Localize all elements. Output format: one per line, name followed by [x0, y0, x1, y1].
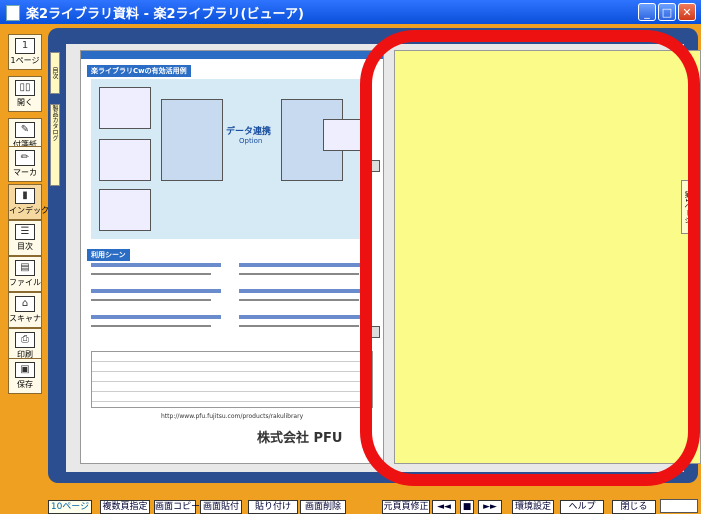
spec-table — [91, 351, 373, 408]
text-line — [91, 273, 211, 275]
book-viewer: 楽ライブラリCwの有効活用例 データ連携 Option 利用シーン http:/… — [48, 28, 701, 483]
prev-page-button[interactable]: ◄◄ — [432, 500, 456, 514]
company-name: 株式会社 PFU — [257, 431, 343, 446]
diagram-box — [323, 119, 365, 151]
maximize-button[interactable]: □ — [658, 3, 676, 21]
screen-paste-button[interactable]: 画面貼付 — [200, 500, 242, 514]
toc-button[interactable]: ☰ 目次 — [8, 220, 42, 256]
printer-icon: ⎙ — [15, 332, 35, 348]
binder-ring — [368, 326, 380, 338]
usage-diagram: データ連携 Option — [91, 79, 371, 239]
index-button[interactable]: ▮ インデックス — [8, 184, 57, 220]
status-field — [660, 499, 698, 513]
diagram-box — [99, 139, 151, 181]
diagram-sub: Option — [239, 137, 263, 145]
open-button[interactable]: ▯▯ 開く — [8, 76, 42, 112]
page-number-field[interactable]: 10ページ — [48, 500, 92, 514]
tool-label: 1ページ — [10, 56, 40, 65]
company-url: http://www.pfu.fujitsu.com/products/raku… — [161, 413, 304, 420]
marker-icon: ✏ — [15, 150, 35, 166]
save-button[interactable]: ▣ 保存 — [8, 358, 42, 394]
text-line — [91, 299, 211, 301]
file-icon: ▤ — [15, 260, 35, 276]
tool-label: スキャナ — [9, 314, 41, 323]
bookmark-page1[interactable]: 第1ページ — [681, 180, 695, 234]
window-title: 楽2ライブラリ資料 - 楽2ライブラリ(ビューア) — [26, 7, 304, 22]
binder-ring — [368, 160, 380, 172]
page-icon: 1 — [15, 38, 35, 54]
diagram-box — [99, 189, 151, 231]
tool-label: マーカ — [13, 168, 37, 177]
text-band — [239, 315, 369, 319]
left-page: 楽ライブラリCwの有効活用例 データ連携 Option 利用シーン http:/… — [80, 50, 384, 464]
tool-label: インデックス — [9, 206, 57, 215]
scanner-icon: ⌂ — [15, 296, 35, 312]
text-band — [91, 289, 221, 293]
screen-copy-button[interactable]: 画面コピー — [154, 500, 200, 514]
paste-button[interactable]: 貼り付け — [248, 500, 298, 514]
note-icon: ✎ — [15, 122, 35, 138]
title-bar: 楽2ライブラリ資料 - 楽2ライブラリ(ビューア) _ □ ✕ — [0, 0, 701, 24]
help-button[interactable]: ヘルプ — [560, 500, 604, 514]
diagram-box — [99, 87, 151, 129]
text-band — [91, 263, 221, 267]
next-page-button[interactable]: ►► — [478, 500, 502, 514]
app-icon — [6, 5, 20, 21]
one-page-button[interactable]: 1 1ページ — [8, 34, 42, 70]
marker-button[interactable]: ✏ マーカ — [8, 146, 42, 182]
index-icon: ▮ — [15, 188, 35, 204]
list-icon: ☰ — [15, 224, 35, 240]
book-icon: ▯▯ — [15, 80, 35, 96]
diagram-caption: データ連携 — [226, 127, 272, 137]
section-title: 楽ライブラリCwの有効活用例 — [87, 65, 191, 77]
tool-label: 保存 — [17, 380, 33, 389]
text-line — [239, 325, 359, 327]
close-button[interactable]: ✕ — [678, 3, 696, 21]
bookmark-toc[interactable]: 目次 — [50, 52, 60, 94]
text-line — [239, 299, 359, 301]
text-line — [91, 325, 211, 327]
book-pages: 楽ライブラリCwの有効活用例 データ連携 Option 利用シーン http:/… — [66, 44, 701, 472]
minimize-button[interactable]: _ — [638, 3, 656, 21]
text-band — [239, 263, 369, 267]
file-button[interactable]: ▤ ファイル — [8, 256, 42, 292]
page-header-band — [81, 51, 383, 59]
scanner-button[interactable]: ⌂ スキャナ — [8, 292, 42, 328]
tool-label: ファイル — [9, 278, 41, 287]
bookmark-catalog[interactable]: 製品カタログ — [50, 104, 60, 186]
usage-scenes — [91, 263, 371, 343]
multi-page-button[interactable]: 複数頁指定 — [100, 500, 150, 514]
stop-button[interactable]: ■ — [460, 500, 474, 514]
text-band — [91, 315, 221, 319]
edit-page-button[interactable]: 元頁頁修正 — [382, 500, 430, 514]
tool-label: 開く — [17, 98, 33, 107]
close-app-button[interactable]: 閉じる — [612, 500, 656, 514]
settings-button[interactable]: 環境設定 — [512, 500, 554, 514]
save-icon: ▣ — [15, 362, 35, 378]
section-title: 利用シーン — [87, 249, 130, 261]
diagram-box — [161, 99, 223, 181]
tool-label: 目次 — [17, 242, 33, 251]
right-page — [394, 50, 701, 464]
text-line — [239, 273, 359, 275]
screen-delete-button[interactable]: 画面削除 — [300, 500, 346, 514]
text-band — [239, 289, 369, 293]
